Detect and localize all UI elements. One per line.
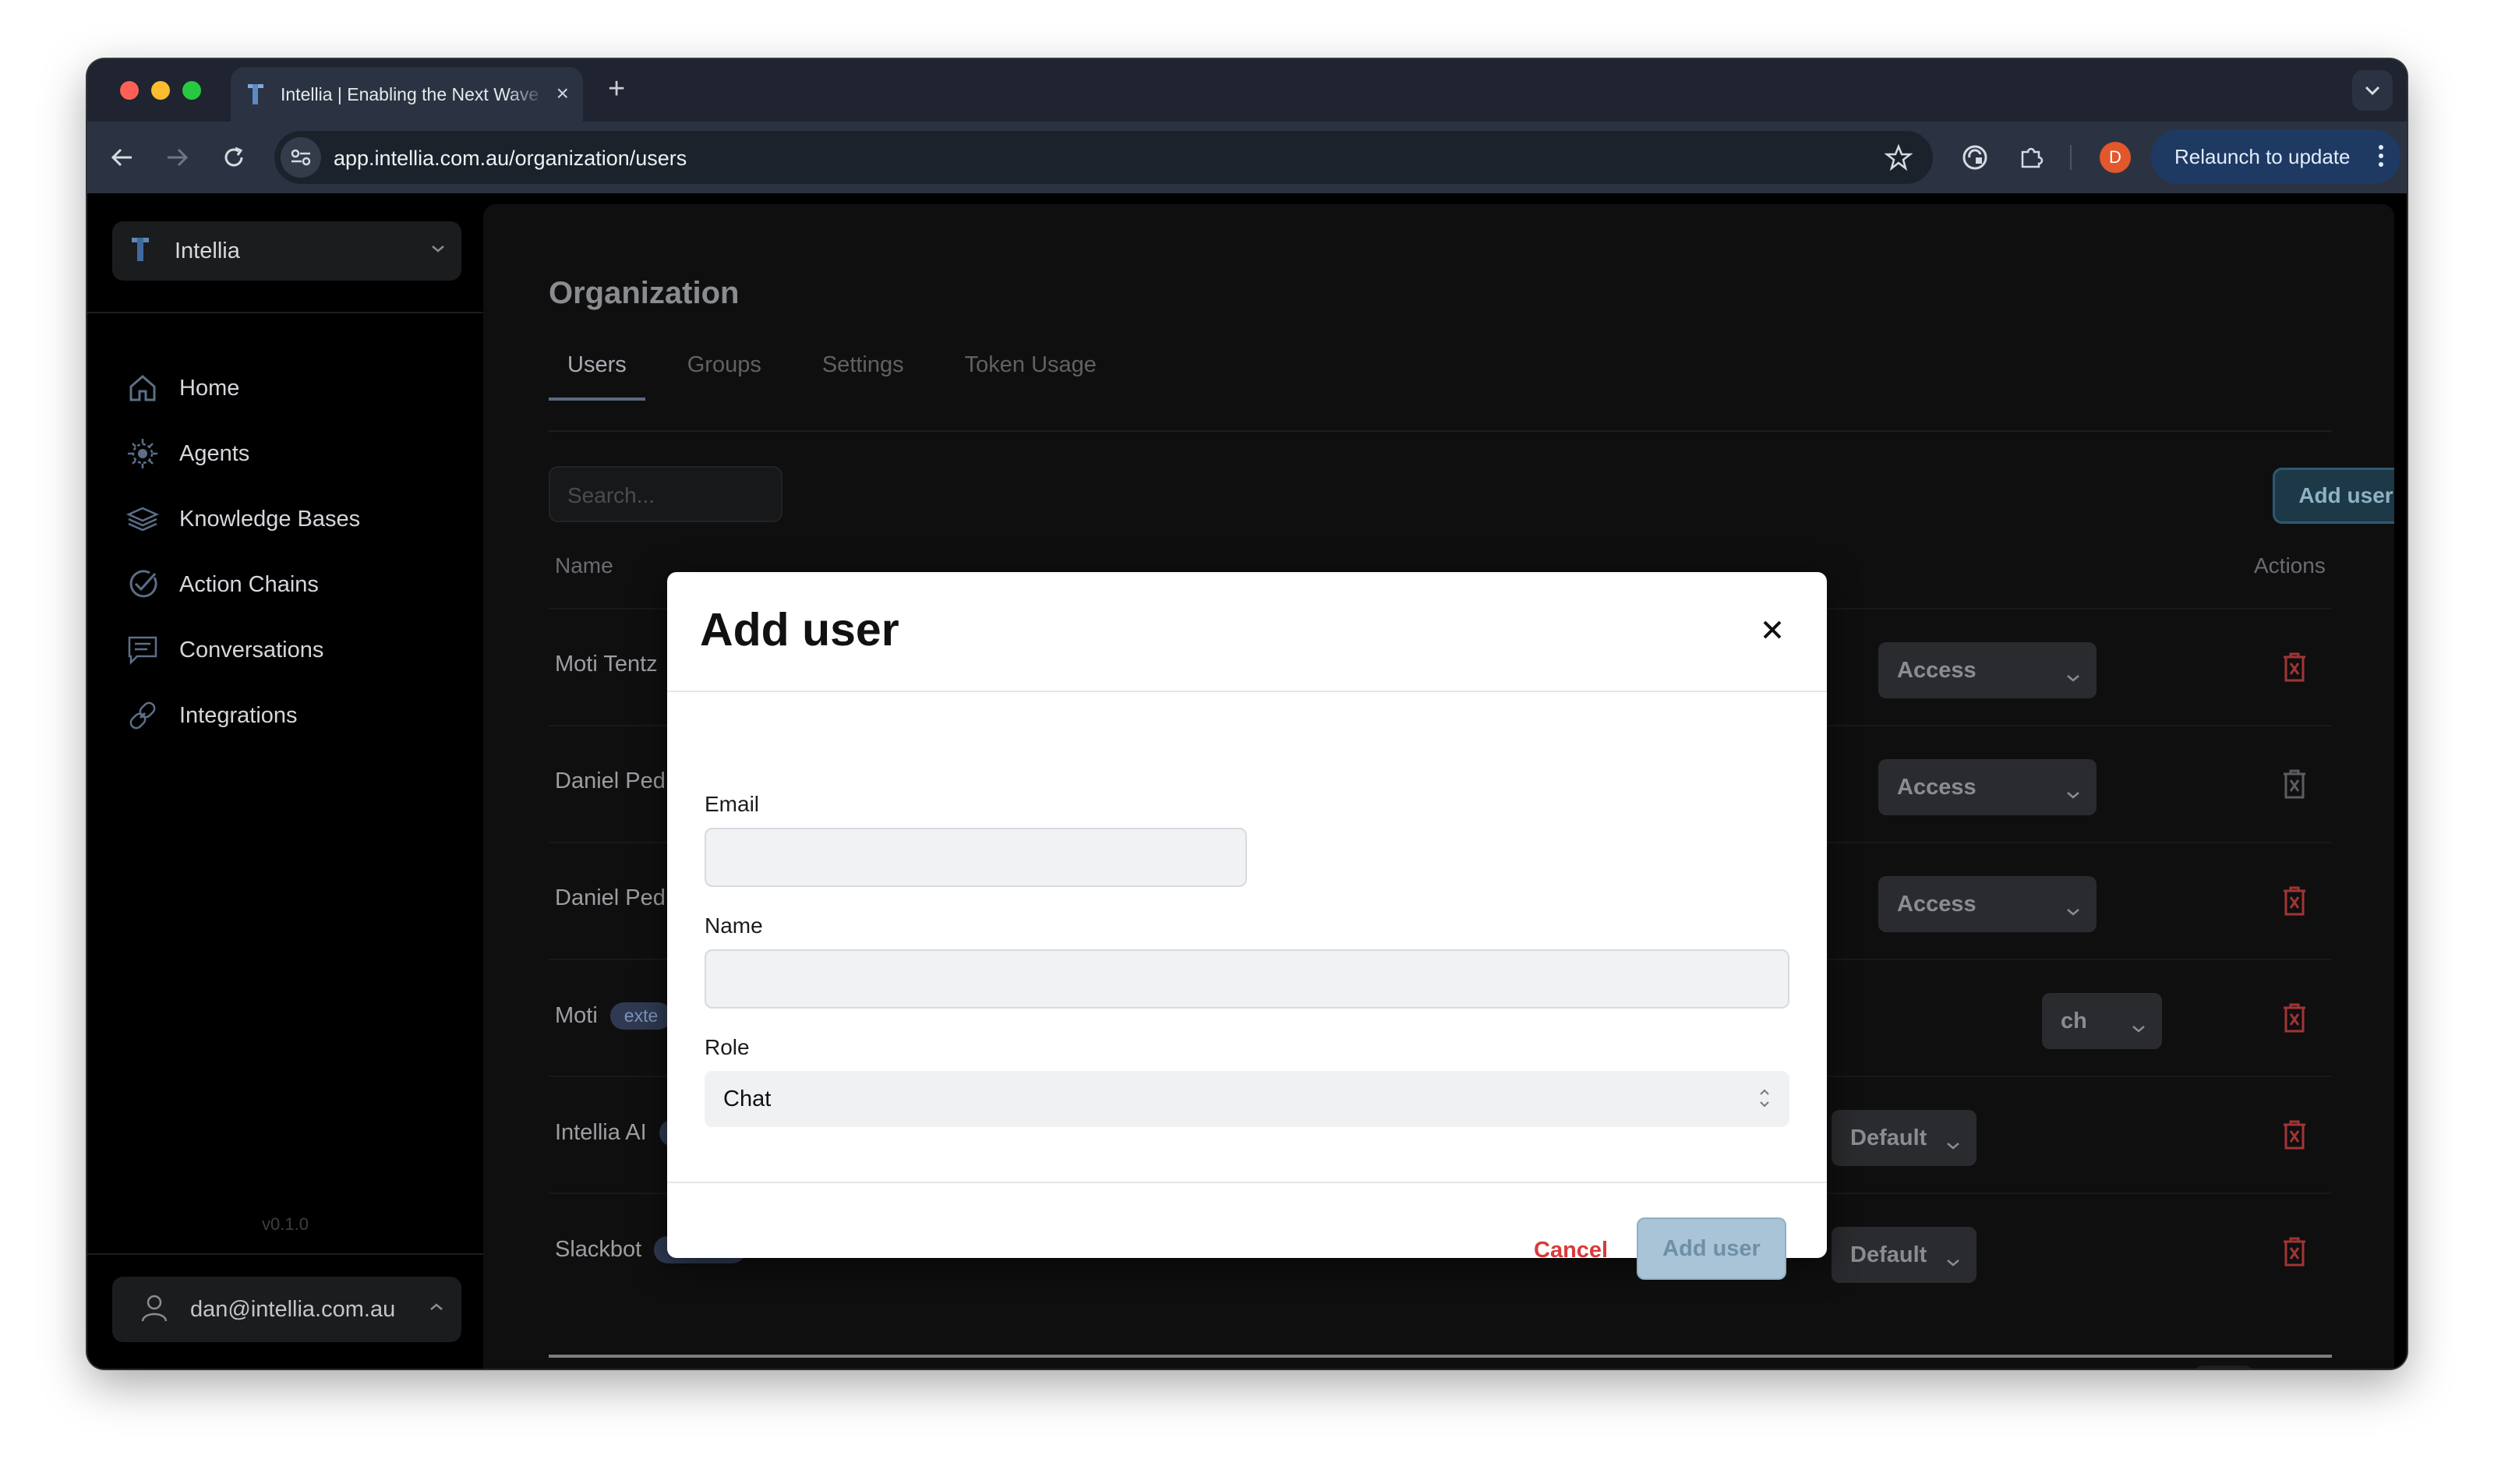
app: Intellia Home Agents Knowledge Bases Act… xyxy=(87,193,2407,1369)
email-field[interactable] xyxy=(705,828,1247,887)
close-window-button[interactable] xyxy=(120,81,139,100)
site-info-icon[interactable] xyxy=(281,137,321,178)
role-value: Chat xyxy=(723,1086,772,1111)
profile-avatar[interactable]: D xyxy=(2100,142,2131,173)
tab-search-button[interactable] xyxy=(2352,70,2393,111)
browser-window: Intellia | Enabling the Next Wave of AI … xyxy=(87,59,2407,1369)
select-arrows-icon xyxy=(1758,1085,1771,1118)
dialog-divider xyxy=(667,691,1827,692)
toolbar-divider xyxy=(2070,145,2072,170)
role-label: Role xyxy=(705,1035,750,1059)
forward-icon[interactable] xyxy=(162,142,193,173)
dialog-title: Add user xyxy=(700,604,899,655)
bookmark-star-icon[interactable] xyxy=(1884,143,1913,175)
url-text[interactable]: app.intellia.com.au/organization/users xyxy=(334,147,687,171)
name-field[interactable] xyxy=(705,949,1789,1009)
address-bar[interactable]: app.intellia.com.au/organization/users xyxy=(274,131,1933,184)
email-label: Email xyxy=(705,792,760,816)
tab-close-icon[interactable]: × xyxy=(556,83,569,104)
name-label: Name xyxy=(705,913,763,938)
extensions-puzzle-icon[interactable] xyxy=(2015,142,2047,173)
browser-tab[interactable]: Intellia | Enabling the Next Wave of AI … xyxy=(231,67,583,122)
dialog-divider xyxy=(667,1182,1827,1183)
submit-add-user-button[interactable]: Add user xyxy=(1637,1217,1786,1280)
reload-icon[interactable] xyxy=(218,142,249,173)
extension-icon[interactable] xyxy=(1959,142,1991,173)
add-user-dialog: Add user Email Name Role Chat Cancel Add… xyxy=(667,572,1827,1280)
new-tab-icon[interactable]: + xyxy=(608,72,625,106)
relaunch-label: Relaunch to update xyxy=(2174,144,2351,168)
tab-title: Intellia | Enabling the Next Wave of AI xyxy=(281,83,546,104)
maximize-window-button[interactable] xyxy=(182,81,201,100)
close-icon[interactable] xyxy=(1758,616,1786,644)
back-icon[interactable] xyxy=(106,142,137,173)
minimize-window-button[interactable] xyxy=(151,81,170,100)
cancel-button[interactable]: Cancel xyxy=(1534,1238,1608,1263)
more-menu-icon[interactable] xyxy=(2379,145,2383,167)
intellia-logo-icon xyxy=(246,83,267,106)
role-select[interactable]: Chat xyxy=(705,1071,1789,1127)
browser-toolbar: app.intellia.com.au/organization/users D… xyxy=(87,122,2407,193)
tab-bar: Intellia | Enabling the Next Wave of AI … xyxy=(87,59,2407,122)
chevron-down-icon xyxy=(2365,86,2380,96)
relaunch-button[interactable]: Relaunch to update xyxy=(2151,129,2400,184)
